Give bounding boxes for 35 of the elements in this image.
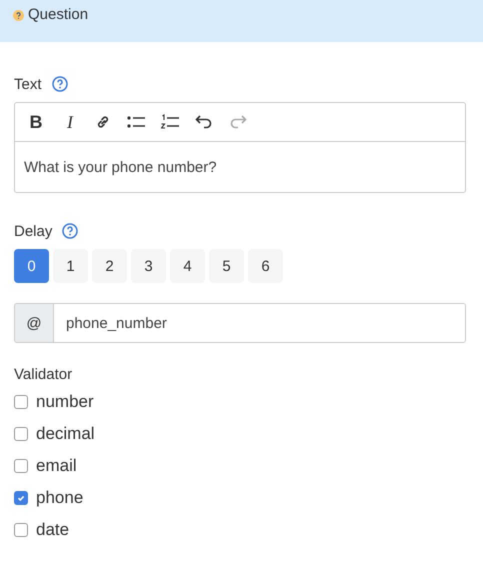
checkbox-label: number: [36, 392, 94, 412]
field-label: Validator: [14, 366, 74, 385]
numbered-list-icon[interactable]: [161, 114, 179, 130]
editor-text: What is your phone number?: [23, 158, 218, 178]
italic-button[interactable]: I: [61, 112, 79, 132]
checkbox-label: date: [36, 520, 70, 540]
bold-button[interactable]: B: [27, 112, 45, 132]
help-icon[interactable]: [62, 223, 78, 239]
bullet-list-icon[interactable]: [127, 115, 145, 129]
checkbox[interactable]: [14, 395, 28, 409]
help-icon[interactable]: [52, 76, 68, 92]
delay-option[interactable]: 5: [209, 249, 244, 283]
delay-option[interactable]: 1: [53, 249, 88, 283]
delay-option[interactable]: 4: [170, 249, 205, 283]
text-editor[interactable]: B I What is your phone number?: [14, 102, 466, 193]
checkbox[interactable]: [14, 491, 28, 505]
checkbox[interactable]: [14, 523, 28, 537]
checkbox-label: email: [36, 456, 77, 476]
checkbox-label: phone: [36, 488, 84, 508]
checkmark-icon: [16, 493, 26, 503]
delay-option[interactable]: 0: [14, 249, 49, 283]
header-title: Question: [28, 6, 88, 23]
checkbox[interactable]: [14, 459, 28, 473]
variable-field[interactable]: @ phone_number: [14, 303, 466, 343]
help-icon: [13, 10, 24, 21]
delay-option[interactable]: 2: [92, 249, 127, 283]
checkbox-label: decimal: [36, 424, 95, 444]
input-prefix: @: [15, 304, 54, 342]
checkbox[interactable]: [14, 427, 28, 441]
field-label: Text: [14, 76, 42, 92]
link-icon[interactable]: [95, 114, 111, 130]
undo-icon[interactable]: [195, 115, 213, 129]
delay-option[interactable]: 6: [248, 249, 283, 283]
field-label: Delay: [14, 222, 52, 240]
delay-option[interactable]: 3: [131, 249, 166, 283]
